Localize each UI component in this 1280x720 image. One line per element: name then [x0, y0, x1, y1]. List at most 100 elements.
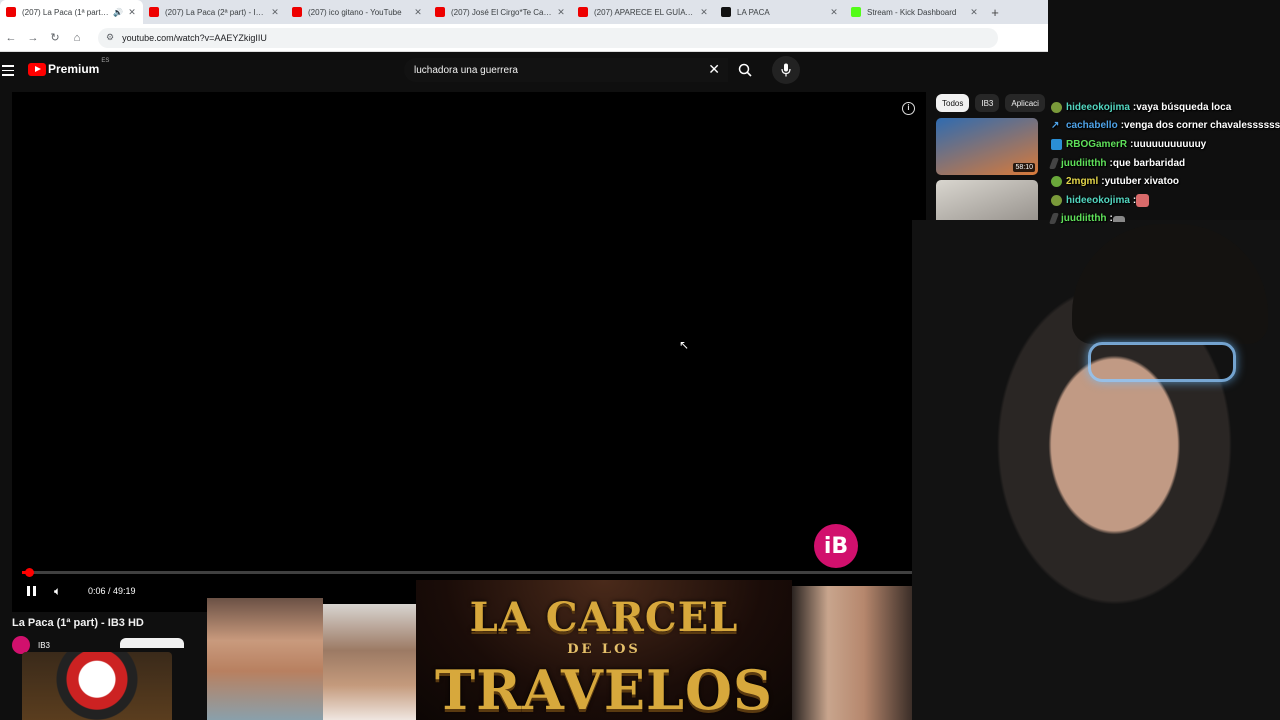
youtube-icon — [292, 7, 302, 17]
hat-emote-icon — [1112, 215, 1125, 222]
screen: (207) La Paca (1ª part) - IB3 🔊 ✕ (207) … — [0, 0, 1280, 720]
browser-tab[interactable]: (207) José El Cirgo*Te CaMeLo ✕ — [429, 0, 572, 24]
tab-label: (207) José El Cirgo*Te CaMeLo — [451, 7, 552, 17]
progress-scrubber[interactable] — [25, 568, 35, 577]
microphone-icon — [781, 63, 791, 77]
browser-tab[interactable]: (207) APARECE EL GUÍA Y MAL ✕ — [572, 0, 715, 24]
back-arrow-icon[interactable]: ← — [0, 32, 22, 44]
chat-message: hideeokojima: vaya búsqueda loca — [1048, 98, 1280, 117]
search-icon — [738, 63, 752, 77]
close-tab-icon[interactable]: ✕ — [270, 7, 280, 18]
video-player[interactable]: i ↖ iB 🔈︎ 0:06 / 49:19 — [12, 92, 926, 612]
site-settings-icon[interactable]: ⚙ — [106, 32, 114, 43]
country-code: ES — [101, 58, 110, 64]
chip-todos[interactable]: Todos — [936, 94, 970, 112]
user-badge-icon — [1051, 101, 1062, 113]
address-bar[interactable]: ⚙ youtube.com/watch?v=AAEYZkigIIU — [98, 27, 998, 48]
forward-arrow-icon[interactable]: → — [22, 32, 44, 44]
close-tab-icon[interactable]: ✕ — [556, 7, 566, 18]
youtube-play-icon — [28, 62, 46, 76]
close-tab-icon[interactable]: ✕ — [413, 7, 423, 18]
new-tab-button[interactable]: + — [985, 5, 1005, 20]
browser-toolbar: ← → ↻ ⌂ ⚙ youtube.com/watch?v=AAEYZkigII… — [0, 24, 1048, 52]
tab-label: LA PACA — [737, 7, 770, 17]
chat-message: juudiitthh: — [1048, 210, 1280, 229]
tab-label: (207) ico gitano - YouTube — [308, 7, 402, 17]
browser-tab-strip: (207) La Paca (1ª part) - IB3 🔊 ✕ (207) … — [0, 0, 1048, 24]
close-tab-icon[interactable]: ✕ — [127, 7, 137, 18]
logo-text: Premium — [48, 62, 100, 76]
browser-tab[interactable]: Stream - Kick Dashboard ✕ — [845, 0, 985, 24]
chat-username[interactable]: juudiitthh — [1061, 158, 1107, 169]
chat-username[interactable]: hideeokojima — [1066, 195, 1130, 206]
recommendation-item[interactable]: 58:10E — [936, 118, 1048, 197]
chat-username[interactable]: cachabello — [1066, 120, 1118, 131]
banner-title-line: TRAVELOS — [434, 658, 774, 720]
banner-title-line: LA CARCEL — [469, 594, 739, 641]
chat-message: RBOGamerR: uuuuuuuuuuuy — [1048, 135, 1280, 154]
user-badge-icon — [1051, 138, 1062, 150]
chip-aplicaciones[interactable]: Aplicaci — [1005, 94, 1045, 112]
youtube-icon — [435, 7, 445, 17]
menu-icon[interactable] — [2, 62, 14, 79]
filter-chips: Todos IB3 Aplicaci — [936, 94, 1045, 112]
kick-icon — [851, 7, 861, 17]
youtube-logo[interactable]: Premium ES — [28, 58, 109, 76]
info-icon[interactable]: i — [902, 102, 915, 115]
chat-username[interactable]: RBOGamerR — [1066, 139, 1127, 150]
browser-tab[interactable]: (207) ico gitano - YouTube ✕ — [286, 0, 429, 24]
user-badge-icon — [1048, 213, 1060, 225]
browser-tab[interactable]: (207) La Paca (1ª part) - IB3 🔊 ✕ — [0, 0, 143, 24]
pause-icon[interactable] — [26, 584, 38, 598]
ib3-watermark-logo: iB — [814, 524, 858, 568]
video-title: La Paca (1ª part) - IB3 HD — [12, 617, 144, 629]
browser-tab[interactable]: LA PACA ✕ — [715, 0, 845, 24]
time-display: 0:06 / 49:19 — [88, 586, 136, 596]
progress-bar[interactable] — [22, 568, 916, 577]
youtube-icon — [578, 7, 588, 17]
home-icon[interactable]: ⌂ — [66, 32, 88, 44]
youtube-icon — [6, 7, 16, 17]
search-input[interactable]: luchadora una guerrera ✕ — [404, 58, 728, 82]
close-tab-icon[interactable]: ✕ — [829, 7, 839, 18]
channel-name[interactable]: IB3 — [38, 641, 50, 650]
chat-message: hideeokojima: — [1048, 191, 1280, 210]
url-text: youtube.com/watch?v=AAEYZkigIIU — [122, 32, 267, 43]
chat-text: venga dos corner chavalessssss — [1124, 120, 1280, 132]
browser-tab[interactable]: (207) La Paca (2ª part) - IB3 HD ✕ — [143, 0, 286, 24]
chat-message: juudiitthh: que barbaridad — [1048, 154, 1280, 173]
chat-message: 2mgml: yutuber xivatoo — [1048, 172, 1280, 191]
user-badge-icon — [1051, 194, 1062, 206]
banner-title-line: DE LOS — [567, 642, 641, 657]
youtube-icon — [149, 7, 159, 17]
close-tab-icon[interactable]: ✕ — [969, 7, 979, 18]
volume-icon[interactable]: 🔈︎ — [54, 584, 61, 599]
chat-username[interactable]: juudiitthh — [1061, 213, 1107, 224]
chip-ib3[interactable]: IB3 — [975, 94, 1000, 112]
tab-label: Stream - Kick Dashboard — [867, 7, 957, 17]
chat-text: que barbaridad — [1112, 157, 1186, 169]
chat-text: yutuber xivatoo — [1104, 176, 1180, 188]
tab-label: (207) La Paca (1ª part) - IB3 — [22, 7, 111, 17]
jester-image — [22, 652, 172, 720]
voice-search-button[interactable] — [772, 56, 800, 84]
clear-search-icon[interactable]: ✕ — [708, 61, 720, 78]
user-badge-icon — [1048, 157, 1060, 169]
user-badge-icon: ↗ — [1051, 120, 1060, 132]
chat-username[interactable]: hideeokojima — [1066, 102, 1130, 113]
subscribe-button[interactable] — [120, 638, 184, 648]
speaker-icon[interactable]: 🔊 — [113, 8, 123, 17]
channel-row: IB3 — [12, 636, 50, 654]
search-button[interactable] — [730, 58, 760, 82]
search-query: luchadora una guerrera — [414, 64, 518, 76]
tab-label: (207) La Paca (2ª part) - IB3 HD — [165, 7, 266, 17]
carcel-title-banner: LA CARCEL DE LOS TRAVELOS — [416, 580, 792, 720]
chat-username[interactable]: 2mgml — [1066, 176, 1098, 187]
close-tab-icon[interactable]: ✕ — [699, 7, 709, 18]
recommendation-thumbnail[interactable]: 58:10 — [936, 118, 1038, 175]
chat-overlay: hideeokojima: vaya búsqueda loca ↗ cachabe… — [1048, 98, 1280, 228]
chat-text: vaya búsqueda loca — [1136, 101, 1232, 113]
reload-icon[interactable]: ↻ — [44, 31, 66, 44]
youtube-header: Premium ES luchadora una guerrera ✕ — [0, 52, 1048, 92]
duration-badge: 58:10 — [1013, 163, 1035, 172]
